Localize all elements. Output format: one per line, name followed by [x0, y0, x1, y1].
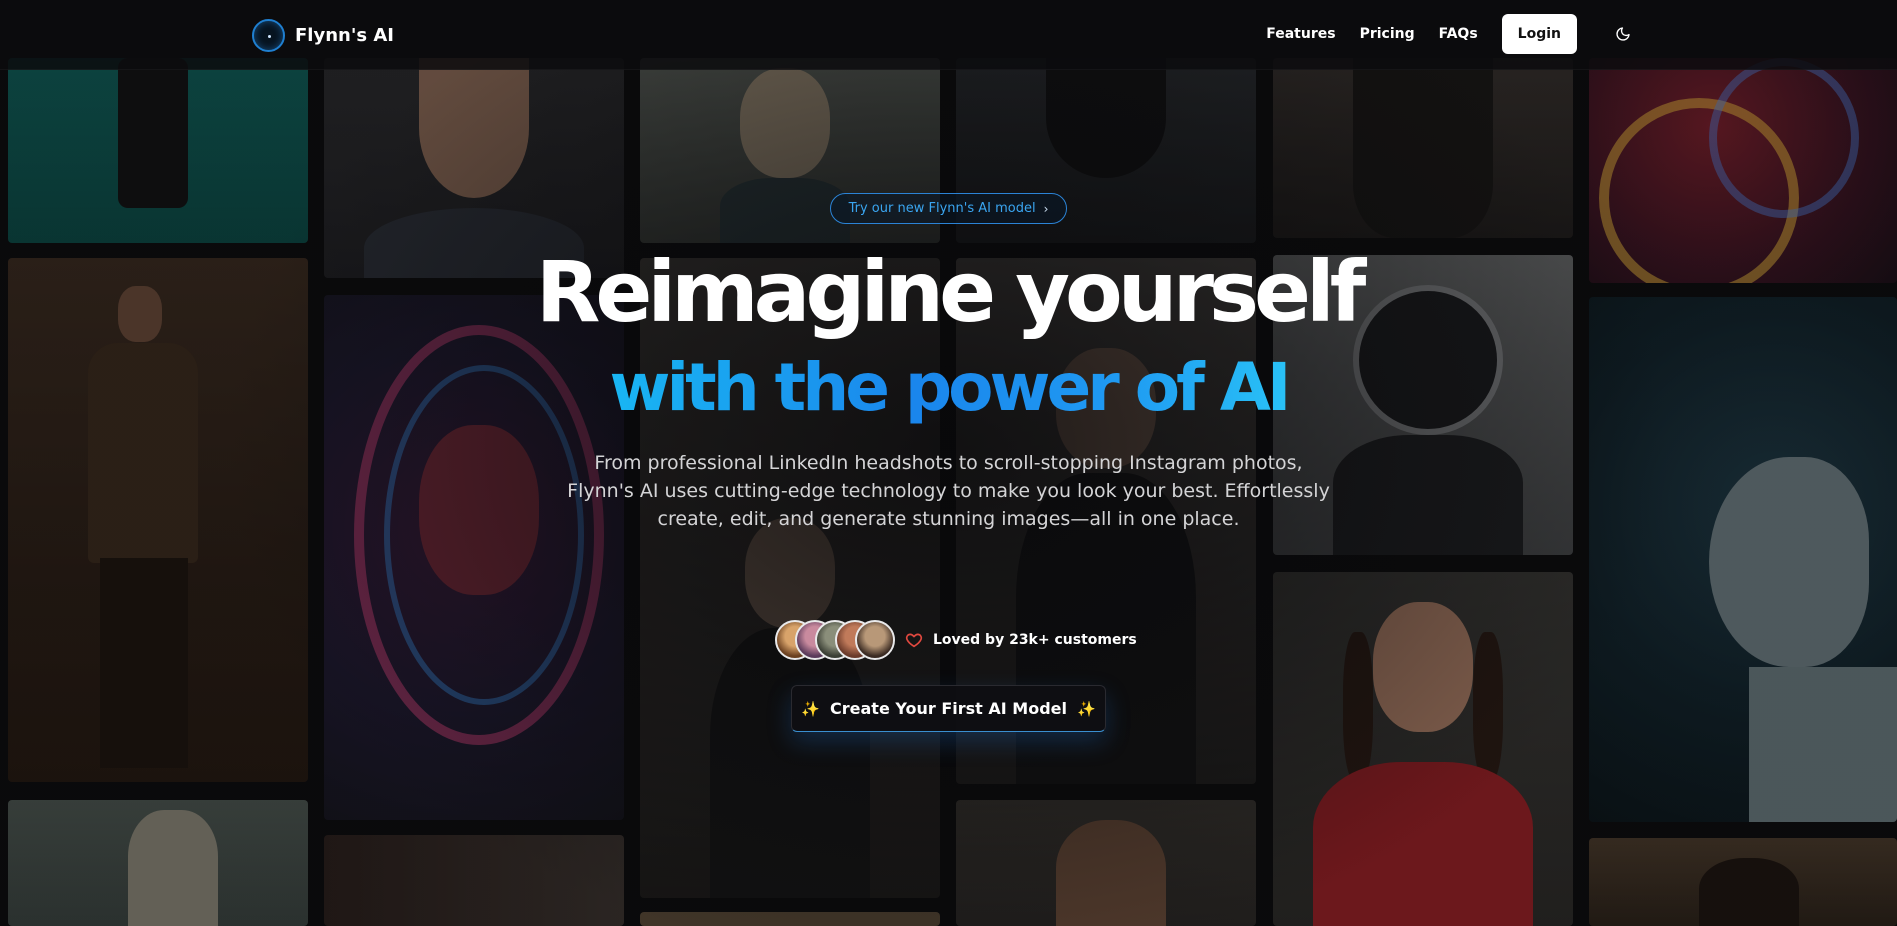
hero-subheadline-text: with the power of AI	[609, 349, 1292, 426]
announcement-text: Try our new Flynn's AI model	[848, 201, 1036, 216]
chevron-right-icon: ›	[1043, 201, 1049, 216]
top-navbar: Flynn's AI Features Pricing FAQs Login	[0, 0, 1897, 70]
hero-description: From professional LinkedIn headshots to …	[567, 452, 1330, 530]
nav-link-faqs[interactable]: FAQs	[1439, 26, 1478, 42]
brand-home-link[interactable]: Flynn's AI	[252, 18, 394, 52]
social-proof: Loved by 23k+ customers	[775, 619, 1137, 661]
announcement-pill-link[interactable]: Try our new Flynn's AI model ›	[830, 193, 1067, 224]
sparkles-icon: ✨	[801, 699, 821, 718]
login-button[interactable]: Login	[1501, 14, 1577, 54]
theme-toggle-button[interactable]	[1605, 16, 1641, 52]
customer-avatars	[775, 620, 895, 660]
brand-name: Flynn's AI	[295, 24, 394, 46]
sparkles-icon: ✨	[1076, 699, 1096, 718]
nav-link-features[interactable]: Features	[1266, 26, 1335, 42]
moon-icon	[1616, 27, 1630, 41]
hero-headline: Reimagine yourself	[535, 243, 1367, 341]
orb-logo-icon	[252, 18, 285, 52]
cta-label: Create Your First AI Model	[830, 699, 1067, 718]
nav-links: Features Pricing FAQs Login	[1266, 14, 1641, 54]
heart-icon	[905, 633, 923, 648]
avatar	[855, 620, 895, 660]
create-ai-model-button[interactable]: ✨ Create Your First AI Model ✨	[791, 685, 1106, 732]
hero-subheadline: with the power of AI	[0, 350, 1897, 426]
nav-link-pricing[interactable]: Pricing	[1360, 26, 1415, 42]
social-proof-text: Loved by 23k+ customers	[933, 632, 1137, 648]
